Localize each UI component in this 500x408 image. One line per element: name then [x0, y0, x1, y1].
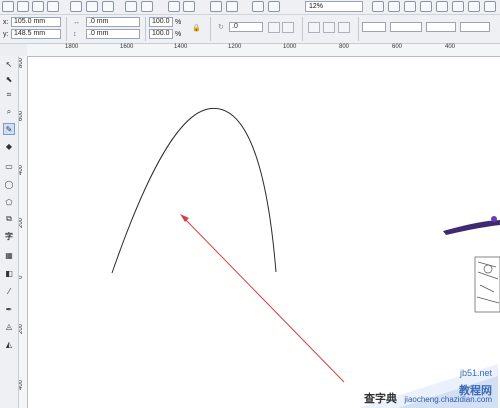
ruler-tick-label: 1600: [120, 44, 134, 50]
welcome-screen-icon[interactable]: [252, 1, 264, 12]
ruler-tick-label: 1400: [174, 44, 188, 50]
publish-icon[interactable]: [210, 1, 222, 12]
watermark-domain: jb51.net: [459, 368, 492, 378]
paste-icon[interactable]: [102, 1, 114, 12]
rotation-icon: ↻: [218, 24, 224, 31]
ellipse-tool-icon[interactable]: ◯: [3, 178, 15, 190]
zoom-selected-icon[interactable]: [404, 1, 416, 12]
open-icon[interactable]: [17, 1, 29, 12]
zoom-in-icon[interactable]: [372, 1, 384, 12]
interactive-fill-icon[interactable]: ◭: [3, 338, 15, 350]
shape-tool-icon[interactable]: ⬉: [3, 73, 15, 85]
lock-ratio-icon[interactable]: 🔒: [192, 24, 201, 33]
watermark: 查字典 教程网 jb51.net jiaocheng.chazidian.com: [358, 364, 498, 408]
wrap-text-icon[interactable]: [323, 22, 335, 33]
interactive-tool-icon[interactable]: ◧: [3, 267, 15, 279]
cut-icon[interactable]: [70, 1, 82, 12]
application-launcher-icon[interactable]: [226, 1, 238, 12]
divider: [145, 17, 146, 41]
options-icon[interactable]: [268, 1, 280, 12]
divider: [210, 17, 211, 41]
divider: [66, 17, 67, 41]
zoom-page-icon[interactable]: [436, 1, 448, 12]
outline-width-select[interactable]: [362, 22, 386, 32]
import-icon[interactable]: [168, 1, 180, 12]
zoom-level-select[interactable]: 12%: [305, 1, 363, 12]
divider: [358, 17, 359, 41]
x-label: x:: [3, 19, 9, 26]
rotation-field[interactable]: .0: [229, 22, 263, 32]
vertical-ruler[interactable]: 800 600 400 200 0 200 400: [18, 56, 28, 408]
ruler-tick-label: 400: [445, 44, 456, 50]
basic-shapes-icon[interactable]: ⧉: [3, 213, 15, 225]
percent-label: %: [175, 31, 182, 38]
line-style-select[interactable]: [426, 22, 456, 32]
undo-icon[interactable]: [125, 1, 137, 12]
canvas-artwork: [111, 107, 500, 383]
zoom-width-icon[interactable]: [452, 1, 464, 12]
partial-illustration: [474, 256, 500, 313]
drawing-canvas[interactable]: 查字典 教程网 jb51.net jiaocheng.chazidian.com: [28, 57, 500, 408]
fill-tool-icon[interactable]: ◬: [3, 320, 15, 332]
export-icon[interactable]: [183, 1, 195, 12]
width-field[interactable]: .0 mm: [86, 17, 140, 27]
mirror-horizontal-icon[interactable]: [268, 22, 280, 33]
start-arrowhead-select[interactable]: [390, 22, 422, 32]
x-position-field[interactable]: 105.0 mm: [11, 17, 61, 27]
polygon-tool-icon[interactable]: ⬠: [3, 196, 15, 208]
y-label: y:: [3, 31, 9, 38]
end-arrowhead-select[interactable]: [460, 22, 490, 32]
ruler-tick-label: 1000: [283, 44, 297, 50]
scale-x-field[interactable]: 100.0: [149, 17, 173, 27]
scale-y-field[interactable]: 100.0: [149, 29, 173, 39]
purple-brush-stroke: [443, 220, 500, 235]
property-bar: x: 105.0 mm y: 148.5 mm ↔ .0 mm ↕ .0 mm …: [0, 15, 500, 44]
width-icon: ↔: [73, 19, 80, 26]
arrowhead-icon: [180, 214, 189, 222]
new-document-icon[interactable]: [2, 1, 14, 12]
purple-brush-dot: [491, 216, 497, 222]
zoom-out-icon[interactable]: [388, 1, 400, 12]
ruler-tick-label: 1800: [65, 44, 79, 50]
zoom-height-icon[interactable]: [468, 1, 480, 12]
zoom-tool-icon[interactable]: ⌕: [3, 106, 15, 118]
mirror-vertical-icon[interactable]: [282, 22, 294, 33]
drawn-curve: [111, 107, 277, 274]
ruler-tick-label: 600: [392, 44, 403, 50]
zoom-all-icon[interactable]: [420, 1, 432, 12]
save-icon[interactable]: [32, 1, 44, 12]
ruler-tick-label: 800: [339, 44, 350, 50]
crop-tool-icon[interactable]: ⌗: [3, 89, 15, 101]
annotation-arrow: [182, 216, 345, 383]
table-tool-icon[interactable]: ▦: [3, 249, 15, 261]
horizontal-ruler[interactable]: 1800 1600 1400 1200 1000 800 600 400: [27, 44, 500, 57]
redo-icon[interactable]: [141, 1, 153, 12]
freehand-tool-icon[interactable]: ✎: [3, 123, 15, 135]
smart-fill-icon[interactable]: ◆: [3, 140, 15, 152]
percent-label: %: [175, 19, 182, 26]
outline-tool-icon[interactable]: ✒: [3, 303, 15, 315]
text-tool-icon[interactable]: 字: [3, 230, 15, 242]
to-curve-icon[interactable]: [308, 22, 320, 33]
height-field[interactable]: .0 mm: [86, 29, 140, 39]
toolbox: ↖ ⬉ ⌗ ⌕ ✎ ◆ ▭ ◯ ⬠ ⧉ 字 ▦ ◧ ⁄ ✒ ◬ ◭: [0, 56, 19, 408]
standard-toolbar: 12%: [0, 0, 500, 15]
y-position-field[interactable]: 148.5 mm: [11, 29, 61, 39]
rectangle-tool-icon[interactable]: ▭: [3, 160, 15, 172]
pick-tool-icon[interactable]: ↖: [3, 58, 15, 70]
pan-icon[interactable]: [484, 1, 496, 12]
height-icon: ↕: [73, 31, 77, 38]
break-apart-icon[interactable]: [338, 22, 350, 33]
watermark-left-text: 查字典: [364, 393, 397, 405]
ruler-tick-label: 1200: [228, 44, 242, 50]
eyedropper-tool-icon[interactable]: ⁄: [3, 285, 15, 297]
copy-icon[interactable]: [86, 1, 98, 12]
divider: [302, 17, 303, 41]
print-icon[interactable]: [47, 1, 59, 12]
watermark-url: jiaocheng.chazidian.com: [404, 395, 492, 404]
